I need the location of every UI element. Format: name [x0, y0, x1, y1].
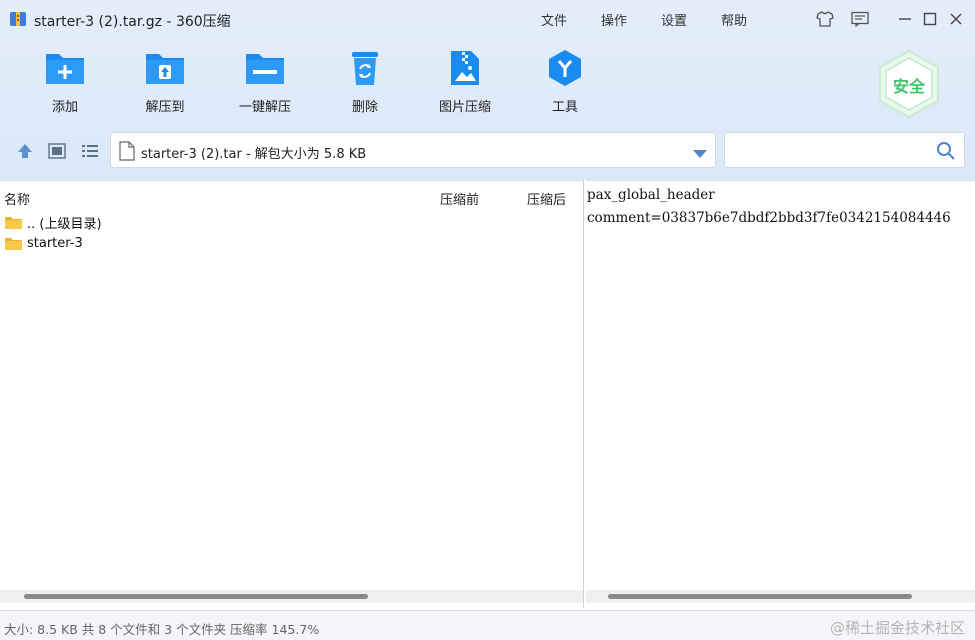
skin-shirt-icon[interactable]: [815, 9, 835, 29]
archive-window: starter-3 (2).tar.gz - 360压缩 文件 操作 设置 帮助…: [0, 0, 975, 640]
image-compress-icon: [443, 46, 487, 90]
delete-button[interactable]: 删除: [323, 46, 407, 118]
image-compress-button[interactable]: 图片压缩: [423, 46, 507, 118]
preview-line: comment=03837b6e7dbdf2bbd3f7fe0342154084…: [587, 210, 951, 226]
menu-settings[interactable]: 设置: [661, 10, 687, 29]
security-status-label: 安全: [893, 77, 926, 96]
menu-file[interactable]: 文件: [541, 10, 567, 29]
feedback-icon[interactable]: [850, 9, 870, 29]
column-header-original-size[interactable]: 压缩前: [440, 189, 479, 208]
one-click-extract-button[interactable]: 一键解压: [223, 46, 307, 118]
column-header-compressed-size[interactable]: 压缩后: [527, 189, 566, 208]
address-path: starter-3 (2).tar - 解包大小为 5.8 KB: [141, 147, 367, 162]
image-compress-label: 图片压缩: [438, 100, 491, 115]
status-text: 大小: 8.5 KB 共 8 个文件和 3 个文件夹 压缩率 145.7%: [4, 622, 320, 637]
chevron-down-icon[interactable]: [693, 147, 707, 162]
folder-icon: [5, 237, 22, 250]
search-icon[interactable]: [936, 141, 956, 165]
extract-to-label: 解压到: [145, 100, 185, 115]
menu-help[interactable]: 帮助: [721, 10, 747, 29]
thumbnail-view-icon[interactable]: [46, 141, 68, 161]
list-item-name: starter-3: [27, 235, 83, 251]
add-button[interactable]: 添加: [23, 46, 107, 118]
delete-label: 删除: [351, 100, 378, 115]
preview-line: pax_global_header: [587, 187, 715, 203]
add-folder-icon: [43, 46, 87, 90]
add-label: 添加: [51, 100, 78, 115]
column-header-name[interactable]: 名称: [4, 189, 30, 208]
file-icon: [119, 141, 135, 165]
list-item[interactable]: starter-3: [4, 233, 83, 253]
tools-label: 工具: [551, 100, 578, 115]
address-bar[interactable]: starter-3 (2).tar - 解包大小为 5.8 KB: [110, 132, 716, 168]
minimize-icon[interactable]: [895, 9, 915, 29]
one-click-extract-label: 一键解压: [238, 100, 291, 115]
file-list-pane: 名称 压缩前 压缩后 .. (上级目录) starter-3: [0, 180, 584, 608]
scrollbar-thumb[interactable]: [608, 594, 912, 599]
security-status-badge[interactable]: 安全: [874, 48, 944, 120]
trash-icon: [343, 46, 387, 90]
extract-to-icon: [143, 46, 187, 90]
tools-button[interactable]: 工具: [523, 46, 607, 118]
maximize-icon[interactable]: [920, 9, 940, 29]
list-item[interactable]: .. (上级目录): [4, 212, 102, 232]
one-click-extract-icon: [243, 46, 287, 90]
list-item-name: .. (上级目录): [27, 216, 102, 232]
menu-operation[interactable]: 操作: [601, 10, 627, 29]
title-bar: starter-3 (2).tar.gz - 360压缩 文件 操作 设置 帮助: [0, 0, 975, 38]
close-icon[interactable]: [946, 9, 966, 29]
scrollbar-thumb[interactable]: [24, 594, 368, 599]
app-logo-icon: [9, 10, 27, 28]
up-level-icon[interactable]: [14, 141, 36, 161]
window-title: starter-3 (2).tar.gz - 360压缩: [34, 14, 231, 30]
preview-pane: pax_global_header comment=03837b6e7dbdf2…: [586, 180, 975, 608]
status-bar: 大小: 8.5 KB 共 8 个文件和 3 个文件夹 压缩率 145.7% @稀…: [0, 610, 975, 640]
watermark: @稀土掘金技术社区: [829, 619, 965, 637]
horizontal-scrollbar[interactable]: [0, 590, 583, 603]
list-view-icon[interactable]: [79, 141, 101, 161]
folder-icon: [5, 216, 22, 229]
search-input[interactable]: [724, 132, 965, 168]
horizontal-scrollbar[interactable]: [586, 590, 975, 603]
extract-to-button[interactable]: 解压到: [123, 46, 207, 118]
tools-icon: [543, 46, 587, 90]
